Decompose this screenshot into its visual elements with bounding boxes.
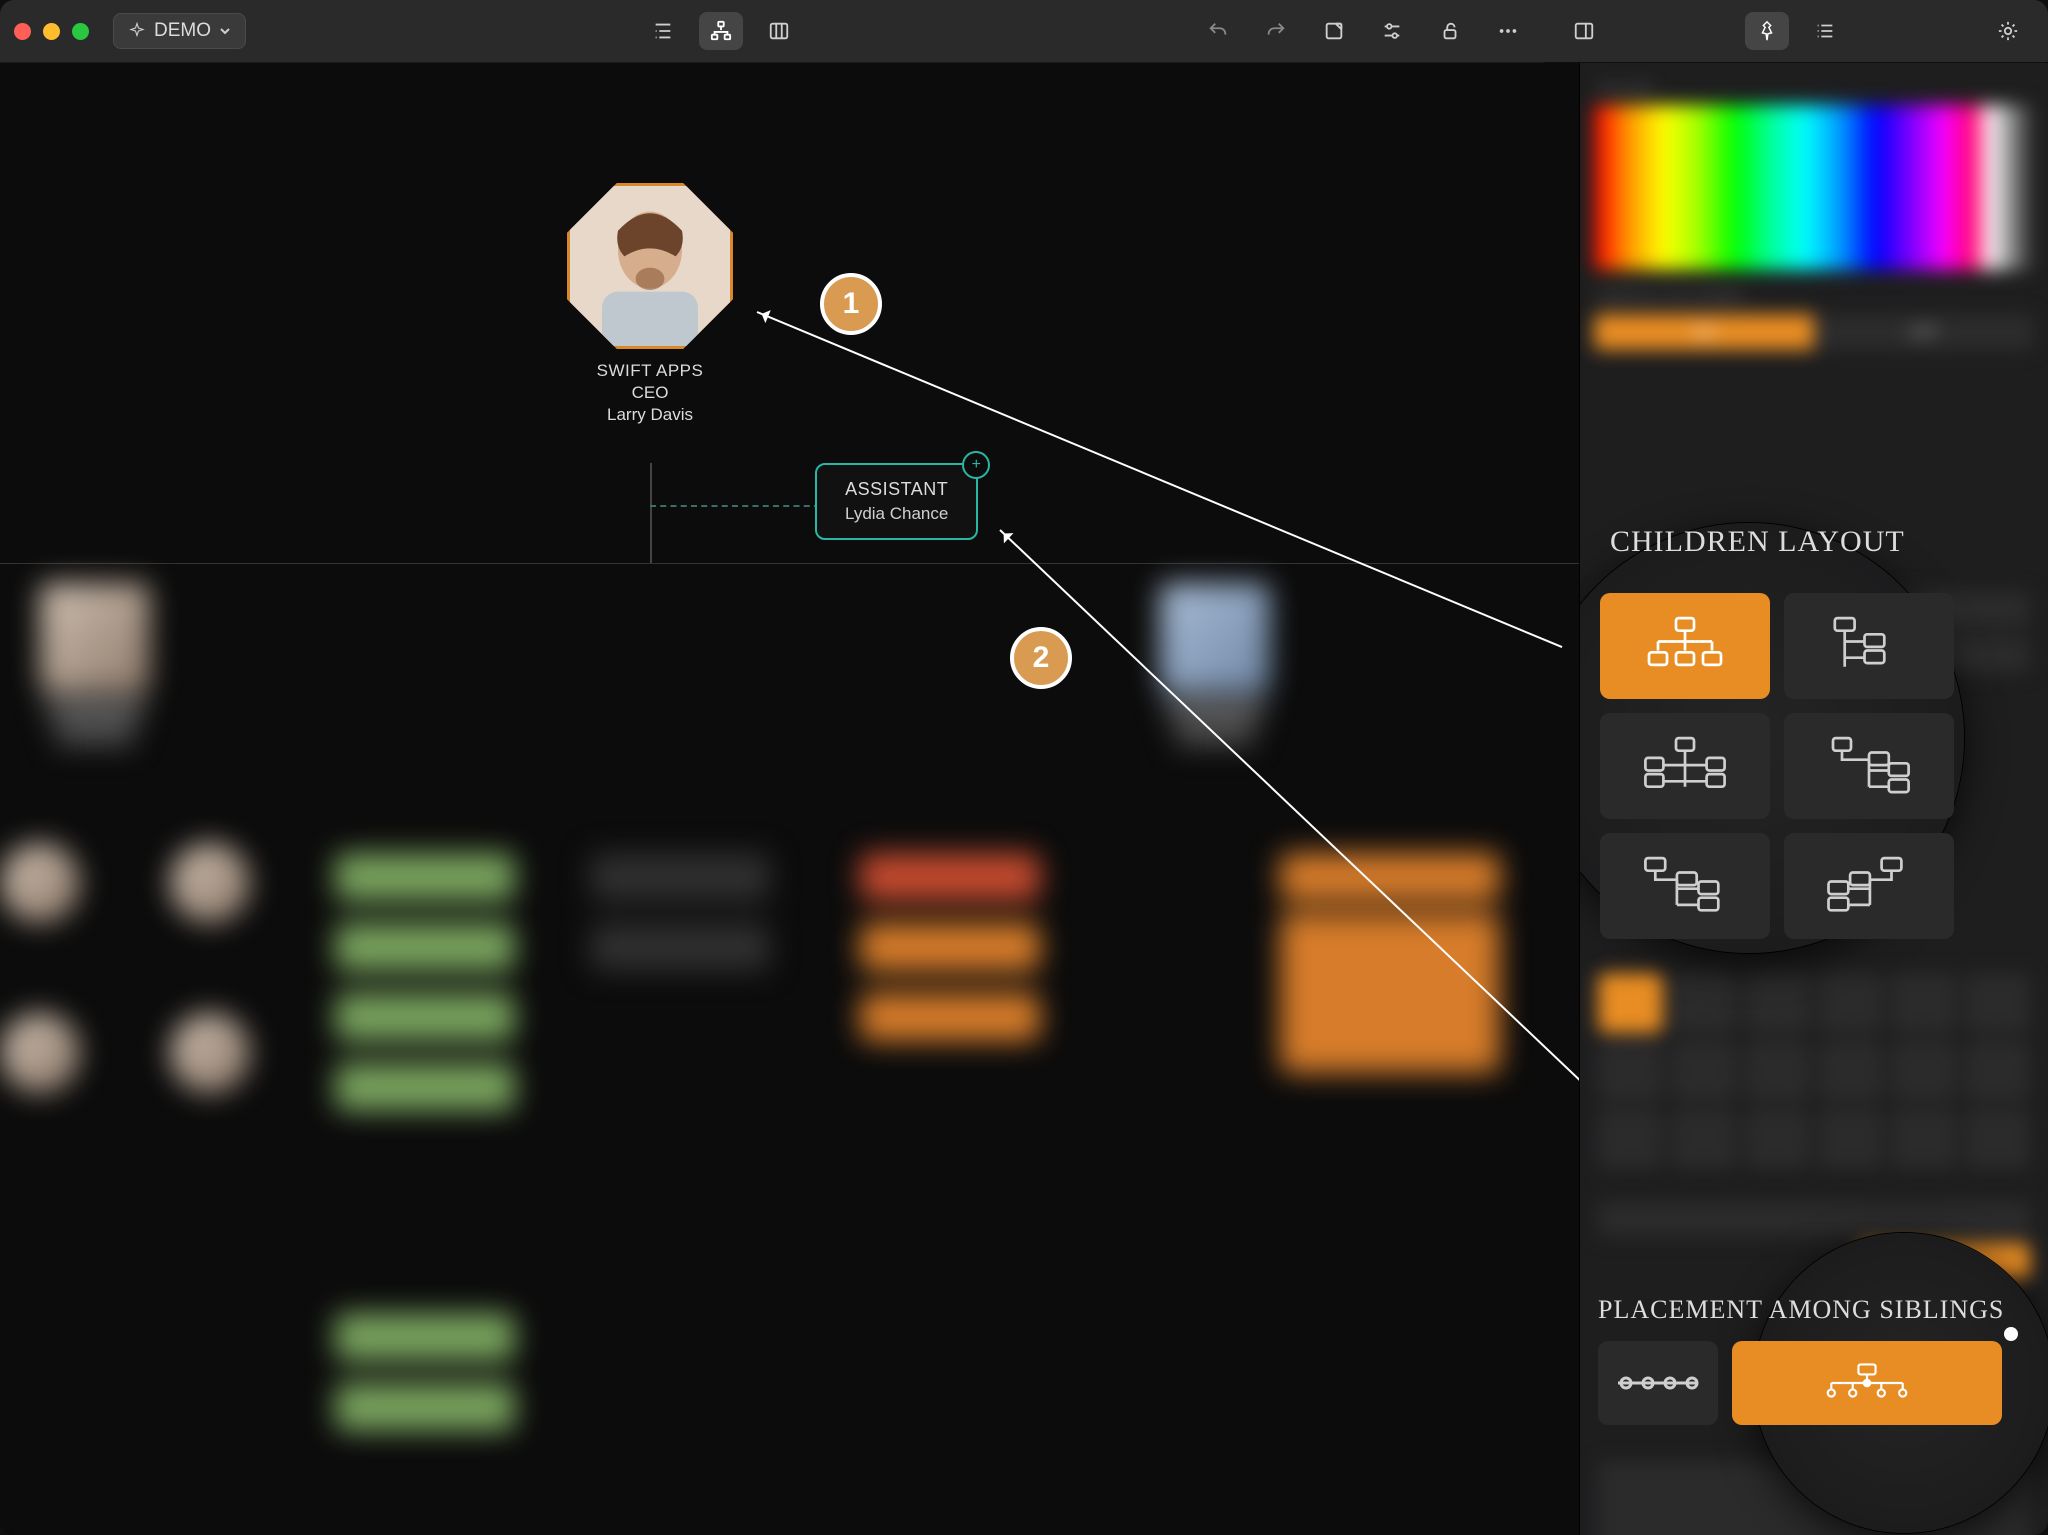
annotation-badge-2: 2 [1010,627,1072,689]
project-dropdown[interactable]: DEMO [113,13,246,49]
sliders-icon [1380,20,1404,42]
settings-sliders-button[interactable] [1370,12,1414,50]
lock-button[interactable] [1428,12,1472,50]
inspector-settings-button[interactable] [1986,12,2030,50]
ceo-name-label: Larry Davis [560,405,740,425]
project-name: DEMO [154,20,211,42]
assistant-title-label: ASSISTANT [845,479,948,500]
layout-option-tree-left-right[interactable] [1600,713,1770,819]
inspector-blurred-background: COLOR DISPLAY AS CHART ON OFF [1580,81,2048,350]
layout-option-tree-indent-compact[interactable] [1784,713,1954,819]
columns-view-icon [767,20,791,42]
org-chart-canvas[interactable]: SWIFT APPS CEO Larry Davis + ASSISTANT L… [0,63,1579,1535]
export-icon [1322,20,1346,42]
ceo-node[interactable]: SWIFT APPS CEO Larry Davis [560,183,740,427]
display-segmented-control[interactable]: ON OFF [1594,314,2034,350]
close-icon[interactable] [14,23,31,40]
tree-view-icon [709,20,733,42]
inspector-toolbar [1544,0,2048,62]
undo-button[interactable] [1196,12,1240,50]
children-layout-heading: CHILDREN LAYOUT [1610,525,1905,559]
tree-view-button[interactable] [699,12,743,50]
outline-view-icon [651,20,675,42]
display-off-option[interactable]: OFF [1814,314,2034,350]
sparkle-icon [128,22,146,40]
more-button[interactable] [1486,12,1530,50]
pin-icon [1755,20,1779,42]
ceo-title-label: CEO [560,383,740,403]
placement-heading: PLACEMENT AMONG SIBLINGS [1598,1295,2004,1325]
layout-option-tree-balanced[interactable] [1600,593,1770,699]
undo-icon [1206,20,1230,42]
sidebar-toggle-icon [1572,20,1596,42]
assistant-name-label: Lydia Chance [845,504,948,524]
connector-line [650,463,652,563]
callout-anchor-dot [2004,1327,2018,1341]
export-button[interactable] [1312,12,1356,50]
placement-options-row [1598,1341,2002,1425]
display-on-option[interactable]: ON [1594,314,1814,350]
lock-open-icon [1438,20,1462,42]
redo-icon [1264,20,1288,42]
minimize-icon[interactable] [43,23,60,40]
ceo-avatar [567,183,733,349]
display-section-label: DISPLAY AS CHART [1598,288,2048,304]
color-section-label: COLOR [1598,81,2048,97]
layout-option-tree-cascade-right[interactable] [1784,833,1954,939]
more-icon [1496,20,1520,42]
ceo-company-label: SWIFT APPS [560,361,740,381]
inspector-panel: COLOR DISPLAY AS CHART ON OFF [1579,63,2048,1535]
columns-view-button[interactable] [757,12,801,50]
inspector-pin-button[interactable] [1745,12,1789,50]
list-icon [1813,20,1837,42]
placement-option-centered-top[interactable] [1732,1341,2002,1425]
layout-option-tree-right-indent[interactable] [1784,593,1954,699]
window-traffic-lights [14,23,89,40]
maximize-icon[interactable] [72,23,89,40]
add-child-button[interactable]: + [962,451,990,479]
annotation-badge-1: 1 [820,273,882,335]
main-toolbar: DEMO [0,0,1544,63]
tree-branch-line [0,563,1579,564]
color-picker[interactable] [1594,105,2034,270]
inspector-sidebar-toggle[interactable] [1562,12,1606,50]
assistant-node[interactable]: + ASSISTANT Lydia Chance [815,463,978,540]
outline-view-button[interactable] [641,12,685,50]
blurred-subtree [0,573,1579,1535]
gear-icon [1996,20,2020,42]
children-layout-grid [1600,593,1954,939]
inspector-list-button[interactable] [1803,12,1847,50]
layout-option-tree-cascade-left[interactable] [1600,833,1770,939]
chevron-down-icon [219,25,231,37]
placement-option-linear[interactable] [1598,1341,1718,1425]
app-window: DEMO [0,0,2048,1535]
avatar-placeholder-icon [570,186,730,346]
redo-button[interactable] [1254,12,1298,50]
connector-dash [650,505,820,507]
